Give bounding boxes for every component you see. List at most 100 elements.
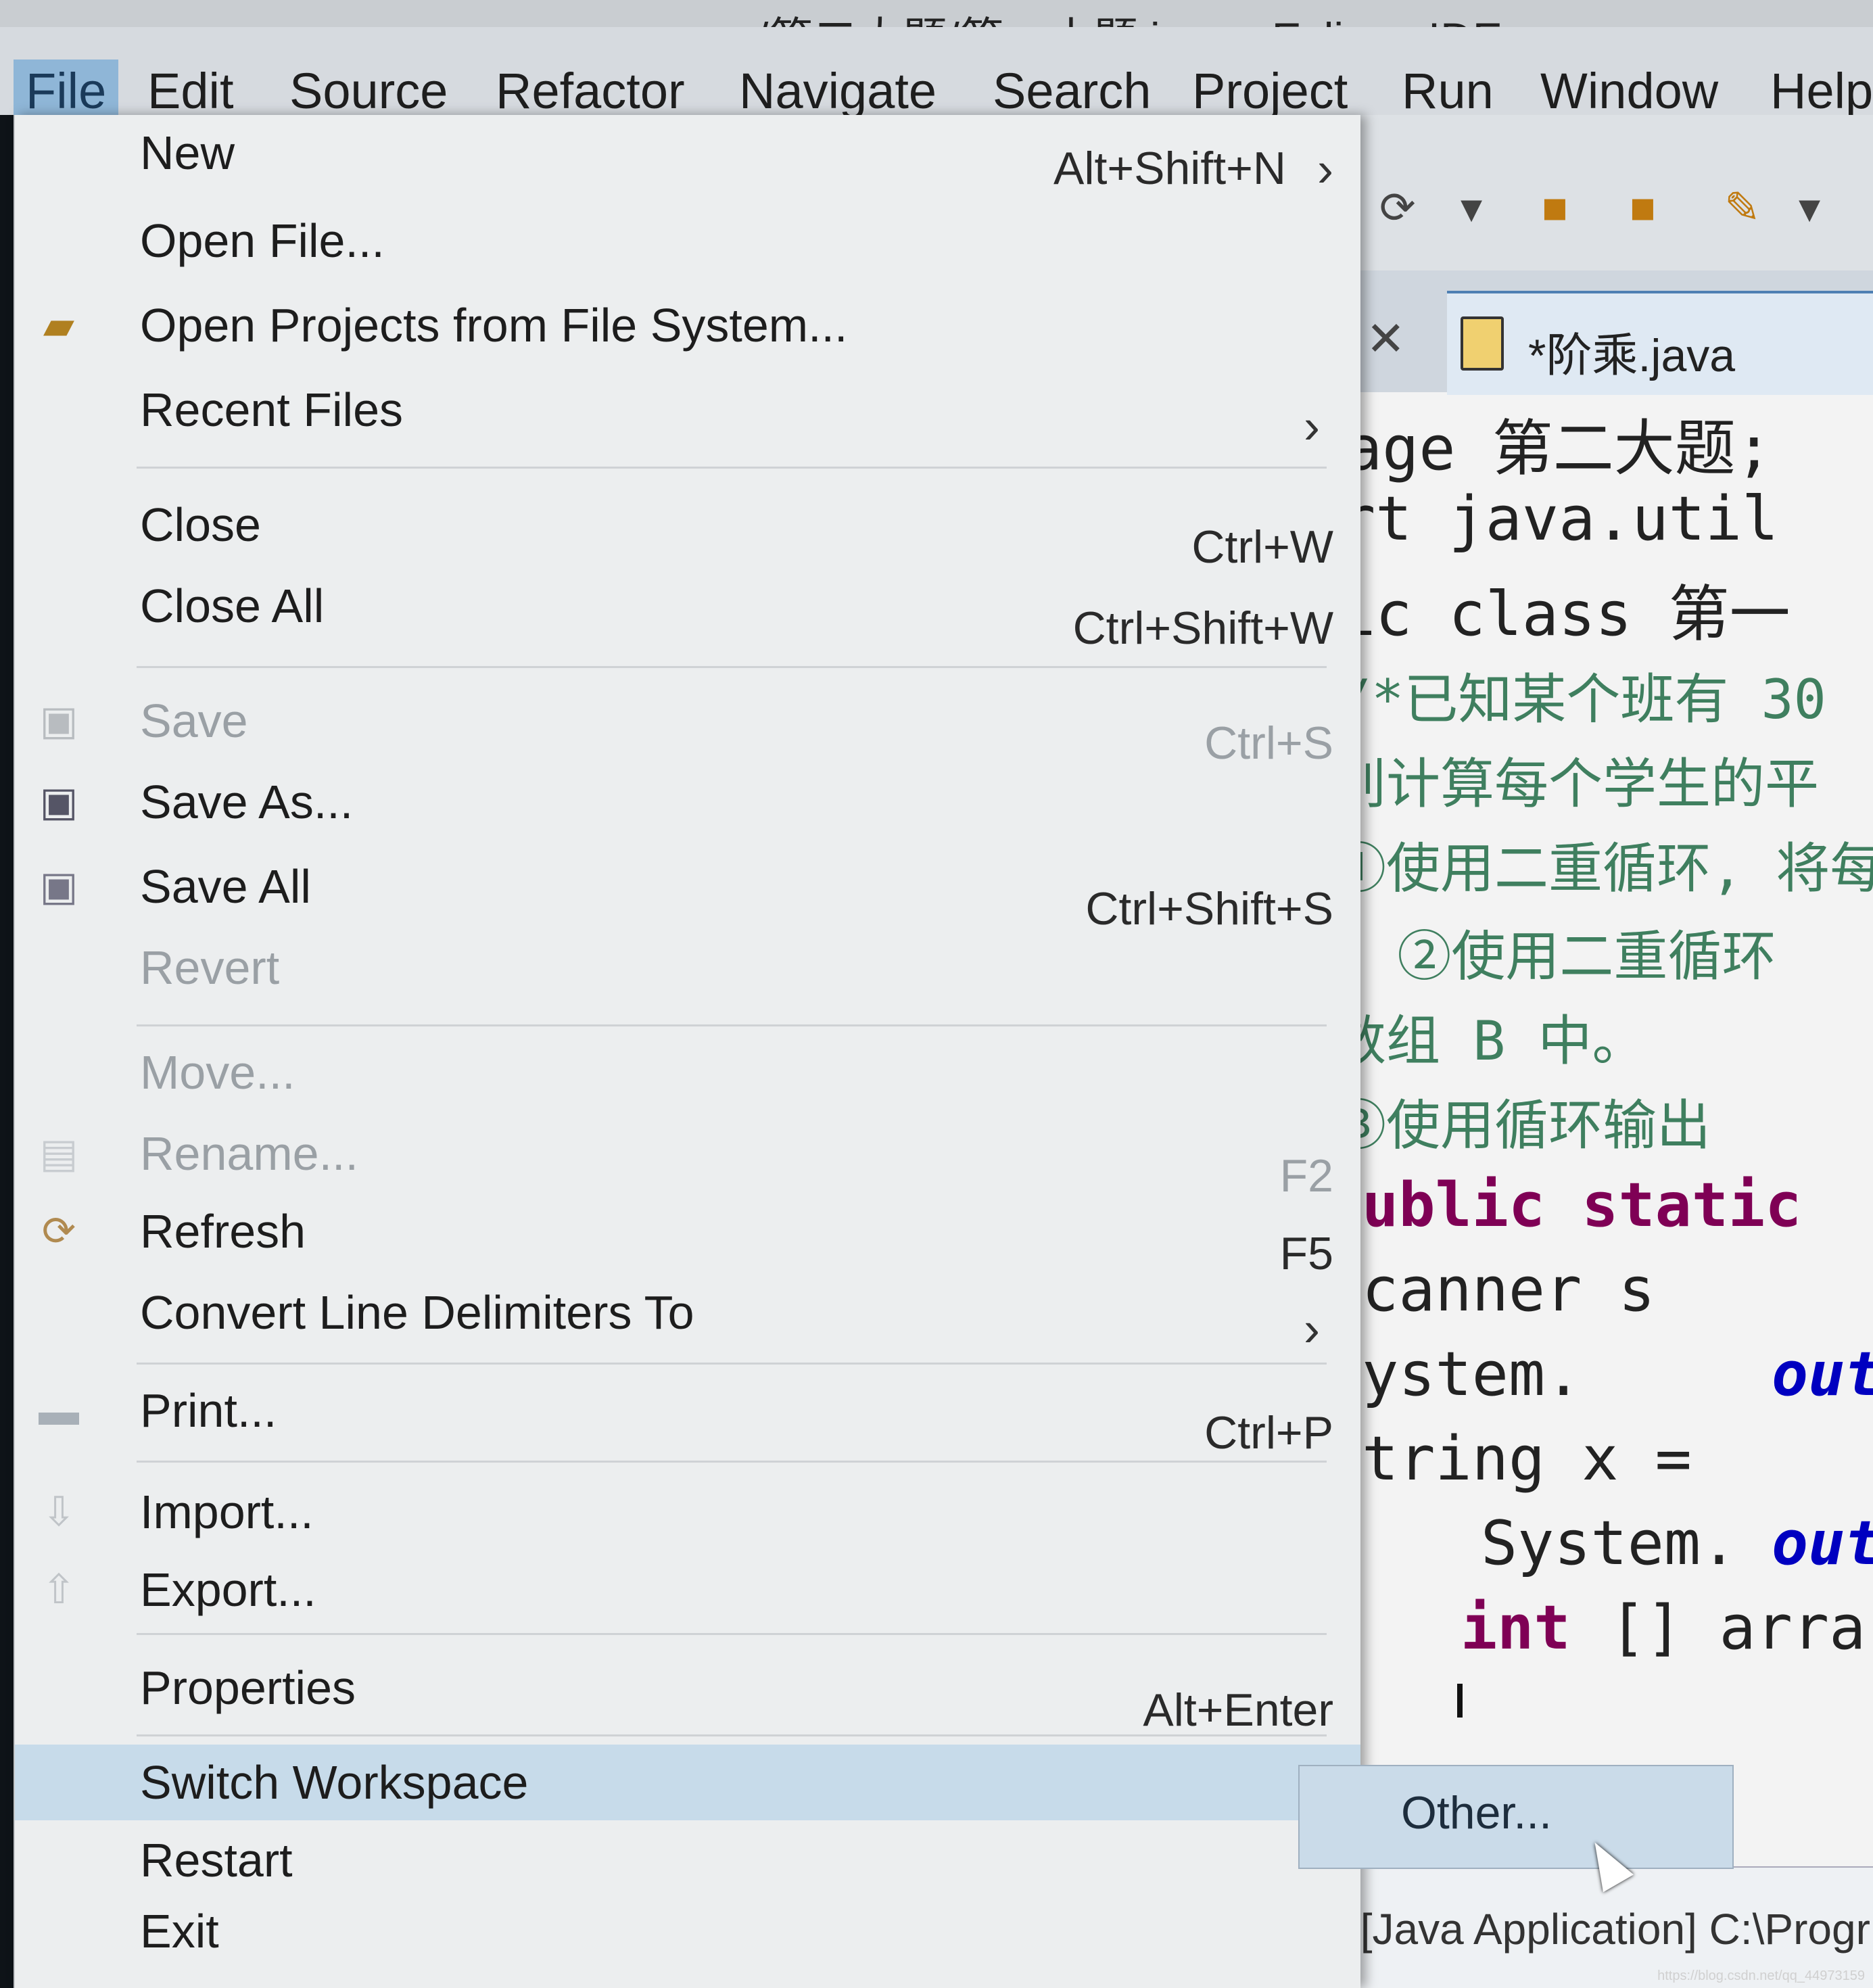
menu-item-print[interactable]: ▬ Print... Ctrl+P: [15, 1373, 1360, 1459]
chevron-right-icon: ›: [1304, 400, 1320, 454]
code-line: System.: [1481, 1508, 1738, 1579]
menu-separator: [137, 1024, 1327, 1026]
menu-item-convert-line-delimiters[interactable]: Convert Line Delimiters To ›: [15, 1275, 1360, 1356]
code-line: String x =: [1325, 1423, 1692, 1494]
menu-search[interactable]: Search: [980, 60, 1163, 122]
menu-file[interactable]: File: [14, 60, 119, 122]
menu-item-export[interactable]: ⇧ Export...: [15, 1552, 1360, 1628]
menu-separator: [137, 666, 1327, 668]
menu-separator: [137, 1461, 1327, 1463]
code-token: out: [1772, 1339, 1873, 1410]
menu-item-move[interactable]: Move...: [15, 1035, 1360, 1110]
shortcut-label: Ctrl+W: [1191, 521, 1333, 573]
code-line: ①使用二重循环, 将每: [1332, 837, 1873, 900]
menu-item-rename[interactable]: ▤ Rename... F2: [15, 1116, 1360, 1202]
folder-icon: ▰: [43, 302, 75, 348]
menu-item-close-all[interactable]: Close All Ctrl+Shift+W: [15, 568, 1360, 654]
pencil-icon[interactable]: ✎: [1724, 183, 1761, 233]
printer-icon: ▬: [39, 1388, 79, 1434]
shortcut-label: Ctrl+Shift+S: [1085, 883, 1333, 934]
menu-help[interactable]: Help: [1758, 60, 1873, 122]
folder-icon[interactable]: ■: [1630, 183, 1656, 233]
menu-project[interactable]: Project: [1180, 60, 1360, 122]
code-token: int: [1461, 1592, 1571, 1663]
menu-item-refresh[interactable]: ⟳ Refresh F5: [15, 1193, 1360, 1279]
editor-tab-strip: ✕ *阶乘.java: [1325, 270, 1873, 395]
menu-item-exit[interactable]: Exit: [15, 1893, 1360, 1969]
menu-item-other[interactable]: Other...: [1401, 1786, 1552, 1839]
menu-item-recent-files[interactable]: Recent Files ›: [15, 372, 1360, 454]
chevron-right-icon: ›: [1317, 143, 1333, 197]
editor-tab[interactable]: *阶乘.java: [1447, 291, 1873, 395]
menu-item-label: Import...: [140, 1486, 314, 1538]
menu-edit[interactable]: Edit: [135, 60, 246, 122]
shortcut-label: Alt+Enter: [1143, 1684, 1333, 1736]
refresh-icon: ⟳: [41, 1208, 76, 1254]
menu-item-save-all[interactable]: ▣ Save All Ctrl+Shift+S: [15, 849, 1360, 934]
menu-run[interactable]: Run: [1390, 60, 1506, 122]
chevron-right-icon: ›: [1304, 1302, 1320, 1356]
menu-refactor[interactable]: Refactor: [483, 60, 697, 122]
code-line: ic class 第一: [1339, 579, 1791, 650]
shortcut-label: Ctrl+S: [1204, 717, 1333, 769]
refresh-run-icon[interactable]: ⟳: [1379, 183, 1416, 233]
menu-source[interactable]: Source: [277, 60, 460, 122]
code-line: rt java.util: [1339, 483, 1779, 554]
menu-navigate[interactable]: Navigate: [727, 60, 949, 122]
shortcut-label: Ctrl+Shift+W: [1072, 602, 1333, 654]
code-line: 别计算每个学生的平: [1332, 753, 1819, 815]
text-caret: [1457, 1684, 1463, 1718]
code-line: 数组 B 中。: [1332, 1010, 1646, 1072]
menu-item-label: Save As...: [140, 776, 354, 828]
file-menu: New Alt+Shift+N › Open File... ▰ Open Pr…: [14, 115, 1360, 1988]
close-icon[interactable]: ✕: [1366, 311, 1406, 366]
menu-item-label: Save All: [140, 860, 311, 913]
chevron-down-icon[interactable]: ▾: [1799, 183, 1820, 233]
menu-window[interactable]: Window: [1528, 60, 1730, 122]
menu-item-open-file[interactable]: Open File...: [15, 203, 1360, 279]
menu-item-label: Exit: [140, 1905, 219, 1958]
menu-item-label: Convert Line Delimiters To: [140, 1286, 694, 1339]
code-line: Scanner s: [1325, 1254, 1655, 1325]
menu-item-new[interactable]: New Alt+Shift+N ›: [15, 115, 1360, 197]
menu-item-properties[interactable]: Properties Alt+Enter: [15, 1650, 1360, 1736]
watermark: https://blog.csdn.net/qq_44973159: [1657, 1968, 1865, 1983]
chevron-down-icon[interactable]: ▾: [1461, 183, 1482, 233]
menu-separator: [137, 1363, 1327, 1365]
code-line: 2 ②使用二重循环: [1332, 925, 1776, 988]
menu-item-save-as[interactable]: ▣ Save As...: [15, 764, 1360, 840]
export-icon: ⇧: [41, 1567, 76, 1612]
menu-item-label: Save: [140, 694, 248, 747]
menu-bar: File Edit Source Refactor Navigate Searc…: [0, 27, 1873, 122]
switch-workspace-submenu: Other...: [1298, 1765, 1734, 1869]
open-folder-icon[interactable]: ■: [1542, 183, 1568, 233]
import-icon: ⇩: [41, 1489, 76, 1534]
shortcut-label: Alt+Shift+N: [1053, 143, 1286, 194]
menu-separator: [137, 467, 1327, 469]
menu-item-label: Close: [140, 498, 261, 551]
shortcut-label: F5: [1279, 1228, 1333, 1279]
rename-icon: ▤: [39, 1131, 78, 1176]
menu-item-switch-workspace[interactable]: Switch Workspace ›: [15, 1745, 1360, 1820]
code-line: age 第二大题;: [1346, 413, 1772, 484]
menu-item-label: Properties: [140, 1661, 356, 1714]
menu-item-label: New: [140, 126, 235, 179]
menu-item-close[interactable]: Close Ctrl+W: [15, 487, 1360, 573]
menu-item-label: Refresh: [140, 1205, 306, 1258]
code-line: [] arra: [1609, 1592, 1866, 1663]
code-line: ③使用循环输出: [1332, 1094, 1711, 1157]
menu-item-import[interactable]: ⇩ Import...: [15, 1474, 1360, 1550]
menu-item-revert[interactable]: Revert: [15, 930, 1360, 1005]
java-file-icon: [1461, 316, 1504, 371]
menu-item-label: Close All: [140, 579, 325, 632]
save-all-icon: ▣: [39, 863, 78, 909]
menu-separator: [137, 1633, 1327, 1635]
menu-item-label: Recent Files: [140, 383, 404, 436]
menu-item-label: Restart: [140, 1834, 293, 1887]
menu-item-restart[interactable]: Restart: [15, 1822, 1360, 1898]
editor-area: ⟳ ▾ ■ ■ ✎ ▾ ✕ *阶乘.java age 第二大题; rt java…: [1325, 115, 1873, 1988]
menu-item-save[interactable]: ▣ Save Ctrl+S: [15, 683, 1360, 769]
menu-item-label: Move...: [140, 1046, 295, 1099]
menu-item-open-projects[interactable]: ▰ Open Projects from File System...: [15, 287, 1360, 363]
menu-item-label: Open File...: [140, 214, 385, 267]
